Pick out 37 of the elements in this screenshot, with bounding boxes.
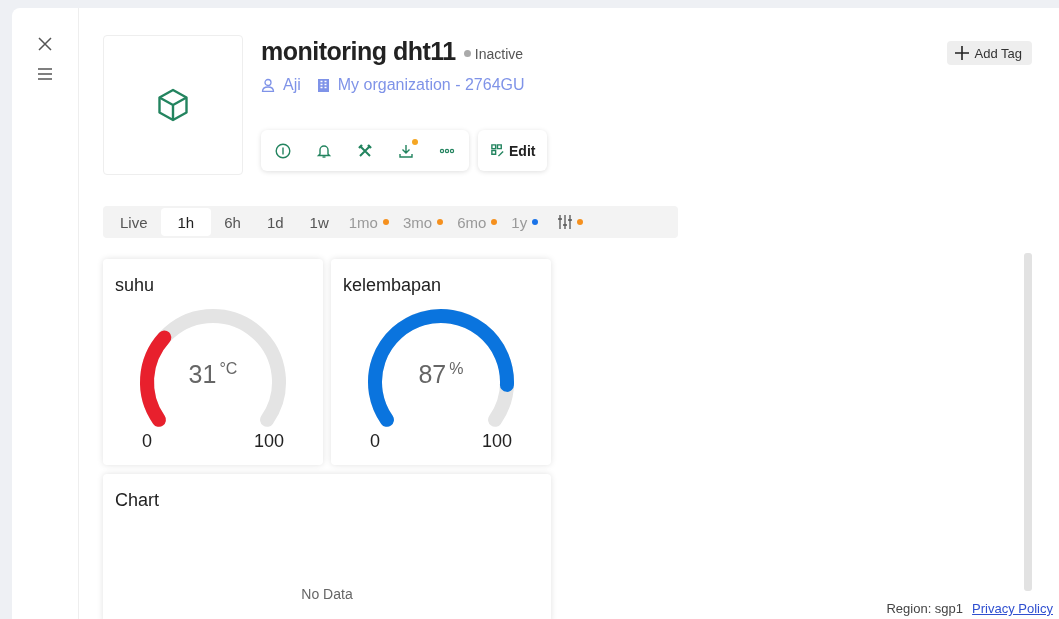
privacy-policy-link[interactable]: Privacy Policy <box>972 601 1053 616</box>
download-icon[interactable] <box>398 142 414 159</box>
time-range-tab[interactable]: Live <box>107 208 161 236</box>
bell-icon[interactable] <box>316 142 332 159</box>
empty-message: No Data <box>300 586 354 602</box>
widget-title: Chart <box>115 490 160 511</box>
time-range-tab[interactable]: 6h <box>211 208 254 236</box>
gauge-max: 100 <box>481 431 512 452</box>
add-tag-button[interactable]: Add Tag <box>946 41 1032 65</box>
time-range-tab[interactable]: 1h <box>160 208 212 236</box>
edit-icon <box>490 143 505 158</box>
info-icon[interactable] <box>275 142 291 159</box>
edit-button[interactable]: Edit <box>478 130 548 171</box>
widget-title: suhu <box>115 275 156 296</box>
menu-icon[interactable] <box>38 67 52 81</box>
plus-icon <box>954 46 969 60</box>
sliders-icon <box>558 215 573 229</box>
gauge-value: 87 <box>418 360 447 389</box>
gauge-max: 100 <box>253 431 284 452</box>
time-range-tab[interactable]: 1w <box>296 208 342 236</box>
gauge-unit: °C <box>219 360 238 378</box>
widget-title: kelembapan <box>343 275 443 296</box>
close-icon[interactable] <box>38 37 52 51</box>
status-label: Inactive <box>474 45 524 62</box>
device-title: monitoring dht11 <box>261 37 456 66</box>
building-icon <box>316 78 330 92</box>
gauge-min: 0 <box>370 431 380 452</box>
time-range-tab[interactable]: 1d <box>253 208 297 236</box>
gauge-min: 0 <box>142 431 152 452</box>
gauge-value: 31 <box>188 360 217 389</box>
status-dot <box>463 50 471 57</box>
cube-icon <box>155 87 191 123</box>
tools-icon[interactable] <box>357 142 373 159</box>
region-label: Region: sgp1 <box>886 601 964 616</box>
scrollbar-thumb[interactable] <box>1024 253 1032 591</box>
user-icon <box>261 78 275 92</box>
gauge-unit: % <box>449 360 464 378</box>
